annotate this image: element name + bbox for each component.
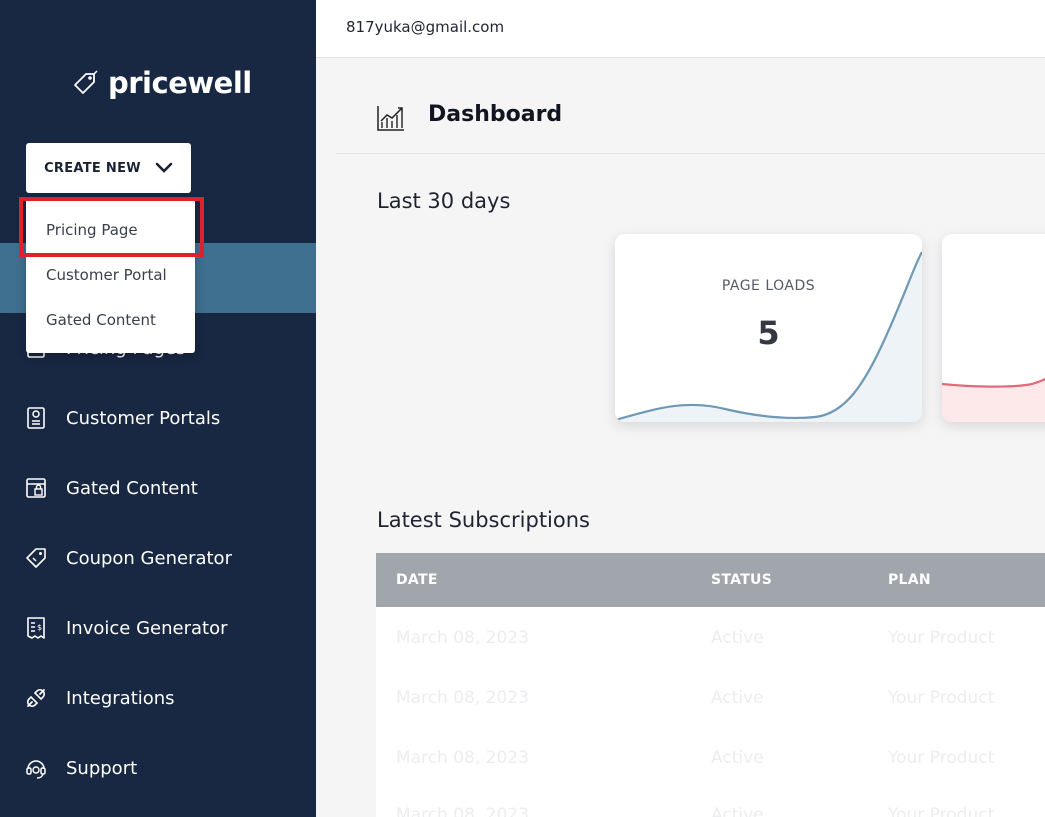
page-title: Dashboard bbox=[428, 102, 563, 127]
dropdown-item-gated-content[interactable]: Gated Content bbox=[46, 311, 156, 329]
stat-card-second bbox=[942, 234, 1045, 422]
gated-content-icon bbox=[26, 478, 46, 498]
support-icon bbox=[26, 760, 46, 779]
sidebar-item-customer-portals[interactable]: Customer Portals bbox=[24, 398, 220, 438]
sidebar-item-label: Invoice Generator bbox=[66, 617, 228, 639]
highlight-box bbox=[19, 197, 204, 257]
cell-date: March 08, 2023 bbox=[396, 748, 529, 768]
logo[interactable]: pricewell bbox=[72, 66, 252, 100]
subscriptions-table: DATE STATUS PLAN March 08, 2023 Active Y… bbox=[376, 553, 1045, 817]
cell-status: Active bbox=[711, 748, 764, 768]
svg-text:$: $ bbox=[37, 623, 42, 632]
sidebar-item-label: Gated Content bbox=[66, 477, 198, 499]
column-header-status[interactable]: STATUS bbox=[711, 572, 772, 588]
logo-text: pricewell bbox=[108, 66, 252, 100]
customer-portal-icon bbox=[27, 407, 45, 429]
page-header: Dashboard bbox=[336, 78, 1045, 154]
cell-plan: Your Product bbox=[888, 628, 995, 648]
cell-date: March 08, 2023 bbox=[396, 805, 529, 817]
cell-date: March 08, 2023 bbox=[396, 688, 529, 708]
cell-date: March 08, 2023 bbox=[396, 628, 529, 648]
sidebar-item-label: Customer Portals bbox=[66, 407, 221, 429]
sidebar-item-label: Coupon Generator bbox=[66, 547, 232, 569]
stat-card-page-loads: PAGE LOADS 5 bbox=[615, 234, 922, 422]
stat-card-label: PAGE LOADS bbox=[721, 278, 816, 294]
sidebar: pricewell CREATE NEW Pricing Pages Custo… bbox=[0, 0, 316, 817]
invoice-icon: $ bbox=[27, 617, 45, 639]
sidebar-item-label: Integrations bbox=[66, 687, 175, 709]
last-30-days-title: Last 30 days bbox=[377, 189, 511, 213]
chevron-down-icon bbox=[155, 162, 173, 173]
column-header-date[interactable]: DATE bbox=[396, 572, 438, 588]
sidebar-item-coupon-generator[interactable]: Coupon Generator bbox=[24, 538, 232, 578]
sidebar-item-label: Support bbox=[66, 757, 138, 779]
cell-plan: Your Product bbox=[888, 688, 995, 708]
latest-subscriptions-title: Latest Subscriptions bbox=[377, 508, 590, 532]
sidebar-item-integrations[interactable]: Integrations bbox=[24, 678, 175, 718]
table-header: DATE STATUS PLAN bbox=[376, 553, 1045, 607]
cell-plan: Your Product bbox=[888, 748, 995, 768]
topbar: 817yuka@gmail.com bbox=[316, 0, 1045, 58]
create-new-button[interactable]: CREATE NEW bbox=[26, 143, 191, 193]
second-card-sparkline bbox=[942, 377, 1045, 422]
dropdown-item-customer-portal[interactable]: Customer Portal bbox=[46, 266, 167, 284]
cell-status: Active bbox=[711, 688, 764, 708]
cell-status: Active bbox=[711, 805, 764, 817]
user-email: 817yuka@gmail.com bbox=[346, 18, 505, 36]
cell-plan: Your Product bbox=[888, 805, 995, 817]
sidebar-item-gated-content[interactable]: Gated Content bbox=[24, 468, 198, 508]
integrations-icon bbox=[26, 688, 46, 708]
coupon-icon bbox=[26, 548, 46, 568]
cell-status: Active bbox=[711, 628, 764, 648]
line-chart-icon bbox=[377, 106, 404, 131]
sidebar-item-invoice-generator[interactable]: $ Invoice Generator bbox=[24, 608, 227, 648]
create-new-label: CREATE NEW bbox=[44, 160, 141, 176]
column-header-plan[interactable]: PLAN bbox=[888, 572, 931, 588]
tag-icon bbox=[74, 70, 98, 94]
sidebar-item-support[interactable]: Support bbox=[24, 748, 137, 788]
stat-card-value: 5 bbox=[757, 314, 780, 352]
